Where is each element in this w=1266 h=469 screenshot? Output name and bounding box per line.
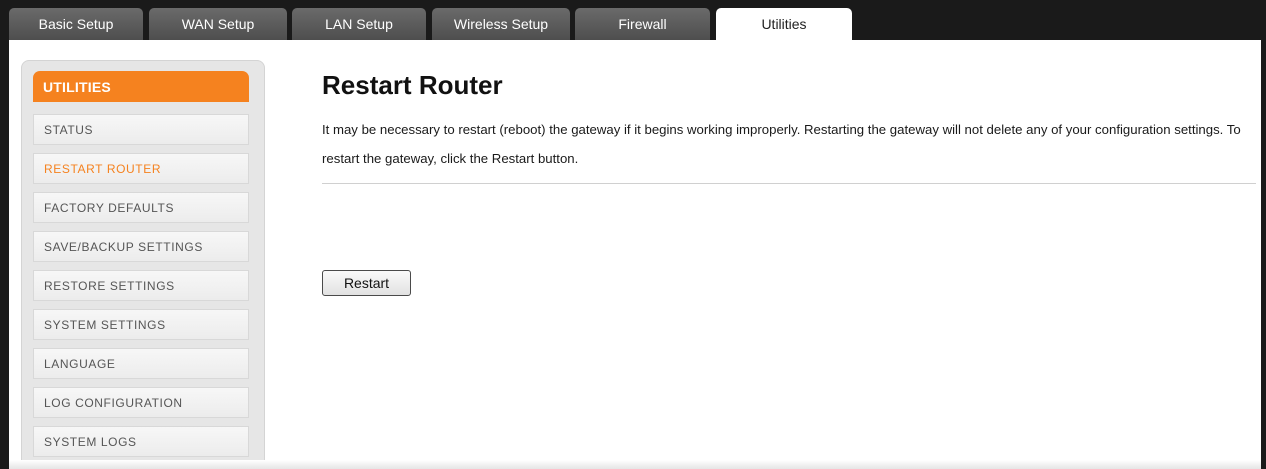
- tab-wireless-setup[interactable]: Wireless Setup: [432, 8, 570, 40]
- sidebar-item-save-backup-settings[interactable]: SAVE/BACKUP SETTINGS: [33, 231, 249, 262]
- sidebar-item-system-settings[interactable]: SYSTEM SETTINGS: [33, 309, 249, 340]
- content-divider: [322, 183, 1256, 184]
- tab-lan-setup[interactable]: LAN Setup: [292, 8, 426, 40]
- frame-left-border: [0, 0, 9, 469]
- page-title: Restart Router: [322, 70, 503, 100]
- tab-firewall[interactable]: Firewall: [575, 8, 710, 40]
- tab-wan-setup[interactable]: WAN Setup: [149, 8, 287, 40]
- sidebar-item-system-logs[interactable]: SYSTEM LOGS: [33, 426, 249, 457]
- sidebar-item-log-configuration[interactable]: LOG CONFIGURATION: [33, 387, 249, 418]
- bottom-shadow: [9, 460, 1261, 469]
- tab-basic-setup[interactable]: Basic Setup: [9, 8, 143, 40]
- sidebar-item-factory-defaults[interactable]: FACTORY DEFAULTS: [33, 192, 249, 223]
- top-tab-bar: Basic Setup WAN Setup LAN Setup Wireless…: [0, 0, 1266, 40]
- restart-button[interactable]: Restart: [322, 270, 411, 296]
- tab-utilities[interactable]: Utilities: [716, 8, 852, 40]
- frame-right-border: [1261, 0, 1266, 469]
- sidebar-item-restore-settings[interactable]: RESTORE SETTINGS: [33, 270, 249, 301]
- sidebar-header: UTILITIES: [33, 71, 249, 102]
- sidebar-item-status[interactable]: STATUS: [33, 114, 249, 145]
- sidebar-item-restart-router[interactable]: RESTART ROUTER: [33, 153, 249, 184]
- sidebar-item-language[interactable]: LANGUAGE: [33, 348, 249, 379]
- page-description: It may be necessary to restart (reboot) …: [322, 122, 1241, 166]
